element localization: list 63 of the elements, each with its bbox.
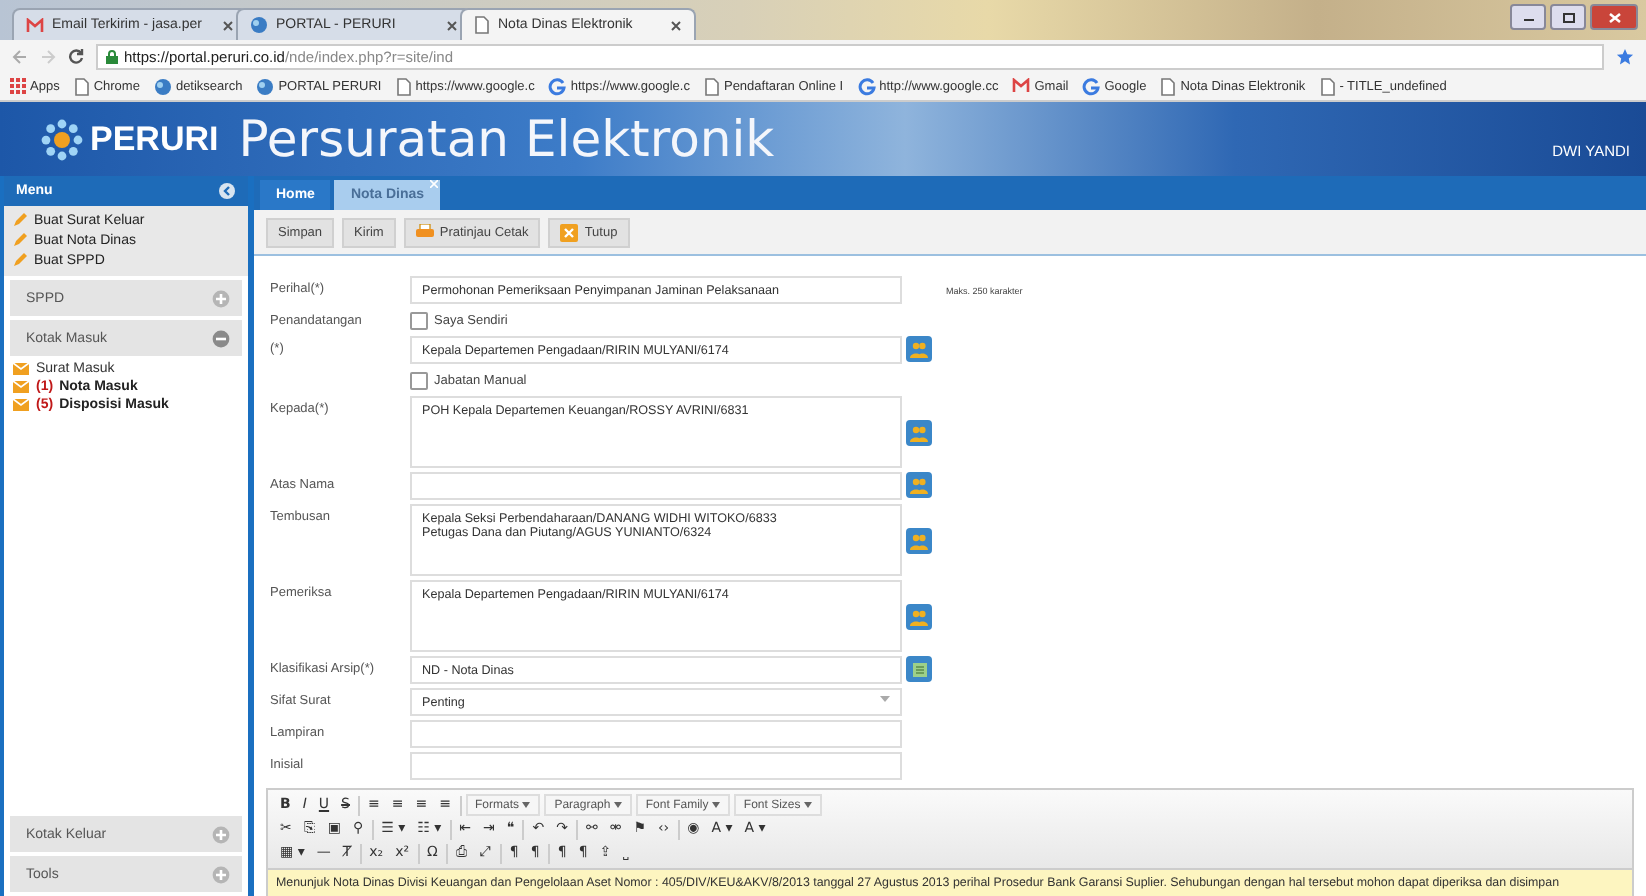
page-icon <box>1319 77 1336 95</box>
globe-icon <box>250 16 268 34</box>
caret-icon <box>522 802 531 808</box>
reload-icon[interactable] <box>68 48 84 64</box>
close-icon[interactable] <box>670 19 682 31</box>
maximize-button[interactable] <box>1550 4 1586 30</box>
people-icon <box>910 477 928 493</box>
people-icon <box>910 425 928 441</box>
checkbox[interactable] <box>410 311 428 329</box>
maximize-icon <box>1561 11 1575 23</box>
input-field[interactable] <box>410 720 902 748</box>
checkbox[interactable] <box>410 371 428 389</box>
caret-icon <box>711 802 720 808</box>
close-icon[interactable] <box>222 19 234 31</box>
people-icon <box>910 533 928 549</box>
google-g-icon <box>548 77 567 95</box>
page-icon <box>1160 77 1177 95</box>
close-icon <box>560 223 579 241</box>
people-icon <box>910 341 928 357</box>
input-field[interactable] <box>410 472 902 500</box>
input-field[interactable] <box>410 752 902 780</box>
collapse-icon[interactable] <box>212 329 230 347</box>
rich-text-editor[interactable] <box>266 788 1634 896</box>
globe-icon <box>256 77 275 95</box>
lock-icon <box>106 49 118 63</box>
mail-icon <box>26 17 44 33</box>
star-icon[interactable] <box>1616 47 1634 65</box>
people-picker-button[interactable] <box>906 472 932 498</box>
expand-icon[interactable] <box>212 825 230 843</box>
people-picker-button[interactable] <box>906 604 932 630</box>
app-title: Persuratan Elektronik <box>238 110 777 168</box>
printer-icon <box>415 224 434 240</box>
brand-name: PERURI <box>90 119 219 159</box>
people-picker-button[interactable] <box>906 420 932 446</box>
collapse-icon[interactable] <box>218 182 236 200</box>
page-icon <box>395 77 412 95</box>
expand-icon[interactable] <box>212 289 230 307</box>
envelope-icon <box>12 398 30 412</box>
page-icon <box>73 77 90 95</box>
globe-icon <box>153 77 172 95</box>
people-picker-button[interactable] <box>906 336 932 362</box>
caret-icon <box>803 802 812 808</box>
envelope-icon <box>12 380 30 394</box>
close-icon <box>1607 11 1621 23</box>
caret-icon <box>613 802 622 808</box>
people-picker-button[interactable] <box>906 528 932 554</box>
apps-grid-icon <box>10 78 26 94</box>
page-icon <box>703 77 720 95</box>
list-icon <box>911 661 927 677</box>
caret-icon <box>880 696 890 702</box>
list-picker-button[interactable] <box>906 656 932 682</box>
close-button[interactable] <box>1590 4 1638 30</box>
mail-icon <box>1012 78 1031 94</box>
logo-icon <box>40 117 84 161</box>
google-g-icon <box>857 77 876 95</box>
google-g-icon <box>1082 77 1101 95</box>
forward-arrow-icon[interactable] <box>40 49 56 63</box>
envelope-icon <box>12 362 30 376</box>
expand-icon[interactable] <box>212 865 230 883</box>
minimize-button[interactable] <box>1510 4 1546 30</box>
close-icon[interactable] <box>446 19 458 31</box>
back-arrow-icon[interactable] <box>12 49 28 63</box>
people-icon <box>910 609 928 625</box>
